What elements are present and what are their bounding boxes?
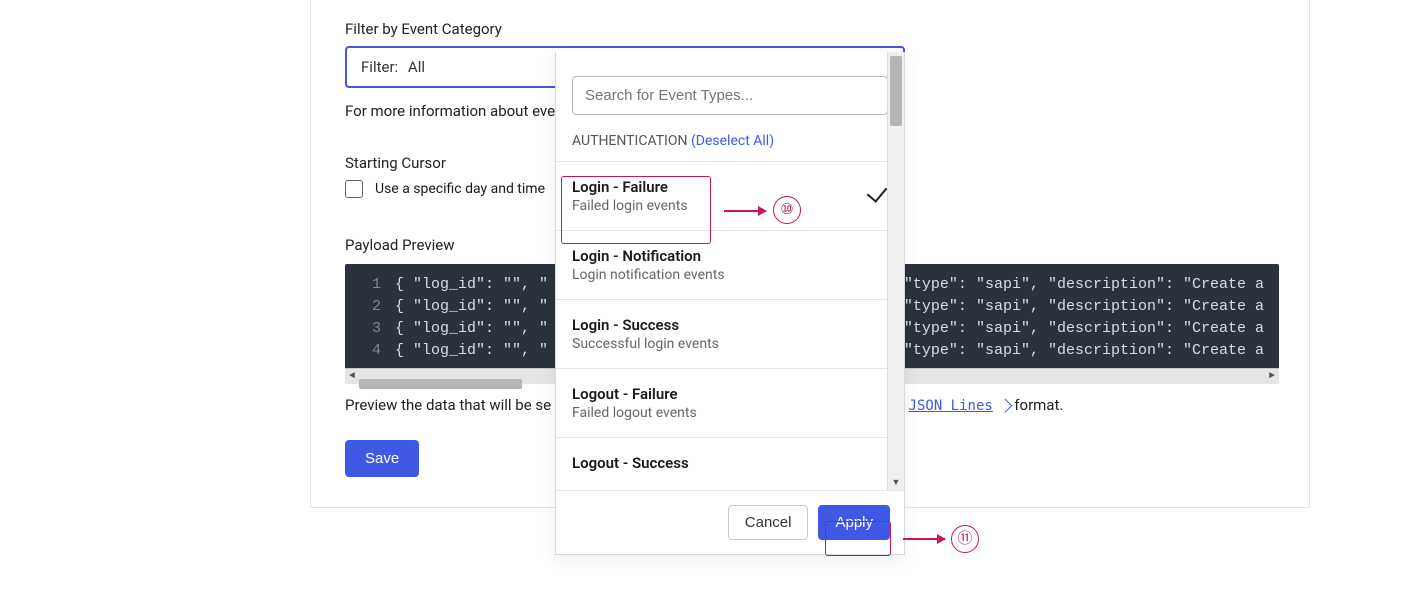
annotation-marker-10: ⑩ bbox=[773, 196, 801, 224]
event-type-dropdown: AUTHENTICATION (Deselect All) Login - Fa… bbox=[555, 52, 905, 555]
event-option-login-notification[interactable]: Login - Notification Login notification … bbox=[556, 231, 904, 300]
scroll-right-icon[interactable]: ► bbox=[1265, 370, 1279, 384]
scrollbar-thumb[interactable] bbox=[359, 379, 522, 389]
dropdown-section-header: AUTHENTICATION (Deselect All) bbox=[556, 133, 904, 161]
event-option-login-success[interactable]: Login - Success Successful login events bbox=[556, 300, 904, 369]
event-option-login-failure[interactable]: Login - Failure Failed login events bbox=[556, 162, 904, 231]
event-option-logout-failure[interactable]: Logout - Failure Failed logout events bbox=[556, 369, 904, 438]
checkbox-icon[interactable] bbox=[345, 180, 363, 198]
search-input[interactable] bbox=[572, 76, 888, 115]
external-link-icon bbox=[998, 399, 1012, 413]
annotation-marker-11: ⑪ bbox=[951, 525, 979, 553]
scrollbar-thumb[interactable] bbox=[890, 56, 902, 126]
scroll-left-icon[interactable]: ◄ bbox=[345, 370, 359, 384]
filter-prompt: Filter: bbox=[361, 58, 398, 76]
json-lines-link[interactable]: JSON Lines bbox=[909, 398, 993, 414]
annotation-arrow-10 bbox=[724, 210, 766, 212]
cursor-checkbox-label: Use a specific day and time bbox=[375, 181, 545, 197]
filter-label: Filter by Event Category bbox=[345, 20, 1275, 38]
cancel-button[interactable]: Cancel bbox=[728, 505, 809, 540]
vertical-scrollbar[interactable]: ▼ bbox=[887, 52, 904, 490]
event-option-logout-success[interactable]: Logout - Success bbox=[556, 438, 904, 490]
apply-button[interactable]: Apply bbox=[818, 505, 890, 540]
filter-value: All bbox=[408, 58, 425, 76]
annotation-arrow-11 bbox=[903, 538, 945, 540]
save-button[interactable]: Save bbox=[345, 440, 419, 477]
deselect-all-link[interactable]: (Deselect All) bbox=[691, 133, 774, 149]
scroll-down-icon[interactable]: ▼ bbox=[888, 474, 904, 490]
